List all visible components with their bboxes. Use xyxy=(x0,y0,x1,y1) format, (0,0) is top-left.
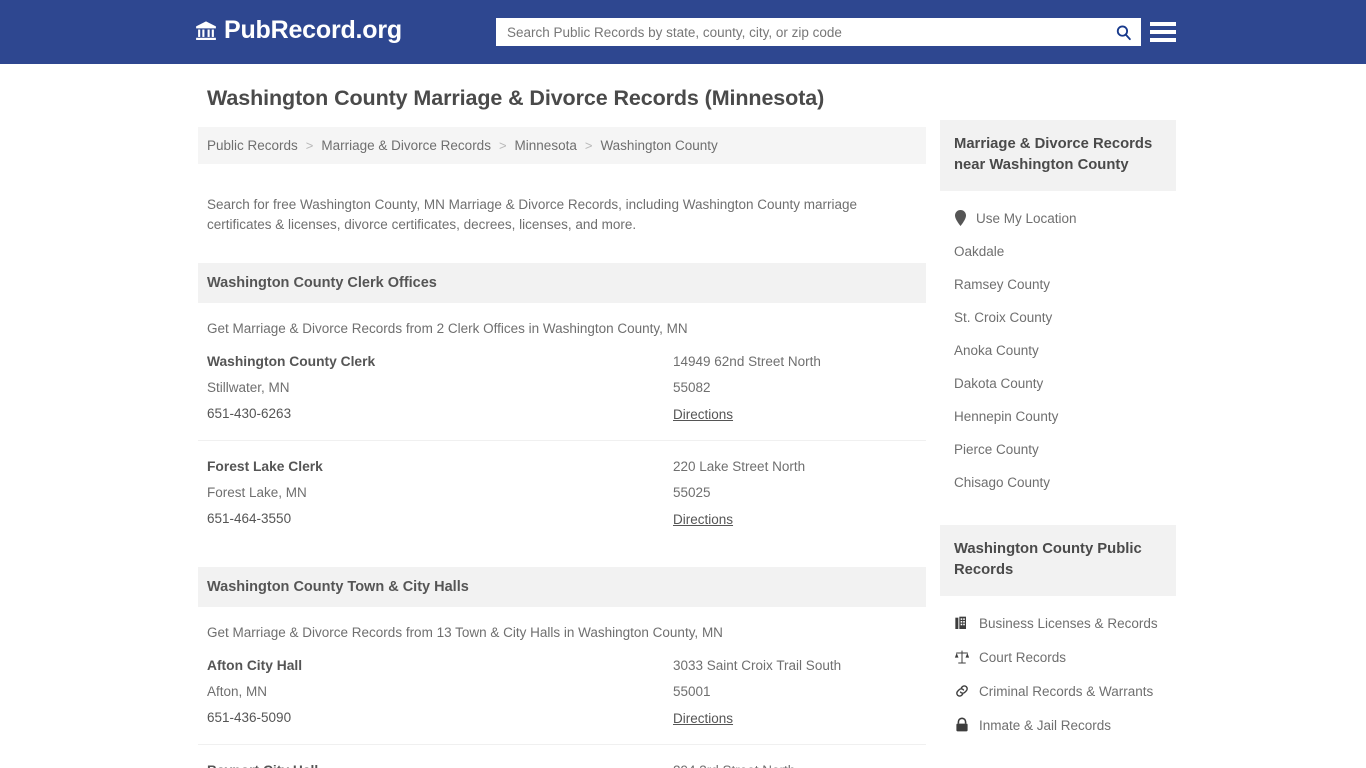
page-body: Washington County Marriage & Divorce Rec… xyxy=(0,64,1366,768)
listing-zip: 55001 xyxy=(673,684,711,699)
sidebar-item-dakota-county[interactable]: Dakota County xyxy=(940,367,1176,400)
sidebar-item-hennepin-county[interactable]: Hennepin County xyxy=(940,400,1176,433)
chain-link-icon xyxy=(954,683,970,699)
listing-right-column: 220 Lake Street North 55025 Directions xyxy=(673,459,917,529)
listing-right-column: 3033 Saint Croix Trail South 55001 Direc… xyxy=(673,658,917,728)
page-intro-text: Search for free Washington County, MN Ma… xyxy=(207,196,858,232)
listing-address: 294 3rd Street North xyxy=(673,763,917,768)
sidebar-item-label: Court Records xyxy=(979,649,1067,665)
listing-phone[interactable]: 651-430-6263 xyxy=(207,406,673,421)
breadcrumb-separator: > xyxy=(498,138,507,153)
sidebar-item-use-my-location[interactable]: Use My Location xyxy=(940,201,1176,235)
section-town-city-halls: Washington County Town & City Halls Get … xyxy=(198,567,926,768)
sidebar-item-pierce-county[interactable]: Pierce County xyxy=(940,433,1176,466)
listing-right-column: 294 3rd Street North 55003 Directions xyxy=(673,763,917,768)
sidebar-item-label: Oakdale xyxy=(954,244,1005,259)
main-column: Washington County Marriage & Divorce Rec… xyxy=(198,86,926,768)
sidebar-item-inmate-jail-records[interactable]: Inmate & Jail Records xyxy=(940,708,1176,742)
breadcrumb-item-marriage-divorce-records[interactable]: Marriage & Divorce Records xyxy=(321,138,491,153)
section-clerk-offices: Washington County Clerk Offices Get Marr… xyxy=(198,263,926,545)
listing-city-state: Forest Lake, MN xyxy=(207,485,307,500)
section-subtext: Get Marriage & Divorce Records from 13 T… xyxy=(207,625,723,640)
listing-phone[interactable]: 651-436-5090 xyxy=(207,710,673,725)
listing-phone[interactable]: 651-464-3550 xyxy=(207,511,673,526)
content-container: Washington County Marriage & Divorce Rec… xyxy=(198,64,1176,768)
listing-left-column: Forest Lake Clerk Forest Lake, MN 651-46… xyxy=(207,459,673,529)
search-bar xyxy=(496,18,1141,46)
sidebar-nearby-block: Marriage & Divorce Records near Washingt… xyxy=(940,120,1176,499)
sidebar-public-records-list: Business Licenses & Records Court Record… xyxy=(940,596,1176,742)
listing-name: Afton City Hall xyxy=(207,658,303,673)
business-building-icon xyxy=(954,615,970,631)
site-logo[interactable]: PubRecord.org xyxy=(195,18,402,43)
listing-row: Washington County Clerk Stillwater, MN 6… xyxy=(198,336,926,441)
listing-left-column: Washington County Clerk Stillwater, MN 6… xyxy=(207,354,673,424)
sidebar-item-criminal-records[interactable]: Criminal Records & Warrants xyxy=(940,674,1176,708)
sidebar-item-label: Criminal Records & Warrants xyxy=(979,683,1154,699)
breadcrumb: Public Records > Marriage & Divorce Reco… xyxy=(198,127,926,164)
sidebar-public-records-heading: Washington County Public Records xyxy=(940,525,1176,596)
directions-link[interactable]: Directions xyxy=(673,407,733,422)
directions-link[interactable]: Directions xyxy=(673,512,733,527)
listing-name: Washington County Clerk xyxy=(207,354,376,369)
sidebar-item-court-records[interactable]: Court Records xyxy=(940,640,1176,674)
section-heading: Washington County Town & City Halls xyxy=(198,567,926,607)
sidebar-item-ramsey-county[interactable]: Ramsey County xyxy=(940,268,1176,301)
sidebar-item-label: Anoka County xyxy=(954,343,1039,358)
listing-left-column: Bayport City Hall Bayport, MN 651-275-44… xyxy=(207,763,673,768)
listing-zip: 55025 xyxy=(673,485,711,500)
padlock-icon xyxy=(954,717,970,733)
listing-address: 3033 Saint Croix Trail South xyxy=(673,658,842,673)
sidebar-item-chisago-county[interactable]: Chisago County xyxy=(940,466,1176,499)
search-icon xyxy=(1115,24,1132,41)
listing-row: Forest Lake Clerk Forest Lake, MN 651-46… xyxy=(198,441,926,545)
listing-name: Bayport City Hall xyxy=(207,763,673,768)
sidebar-public-records-block: Washington County Public Records Busines… xyxy=(940,525,1176,742)
bank-building-icon xyxy=(195,20,217,42)
sidebar-nearby-list: Use My Location Oakdale Ramsey County St… xyxy=(940,191,1176,499)
breadcrumb-separator: > xyxy=(584,138,593,153)
listing-row: Bayport City Hall Bayport, MN 651-275-44… xyxy=(198,745,926,768)
breadcrumb-item-washington-county: Washington County xyxy=(600,138,718,153)
hamburger-menu-icon[interactable] xyxy=(1150,19,1176,45)
site-header: PubRecord.org xyxy=(0,0,1366,64)
section-heading: Washington County Clerk Offices xyxy=(198,263,926,303)
breadcrumb-item-minnesota[interactable]: Minnesota xyxy=(515,138,577,153)
listing-right-column: 14949 62nd Street North 55082 Directions xyxy=(673,354,917,424)
sidebar-item-label: Business Licenses & Records xyxy=(979,615,1158,631)
listing-address: 14949 62nd Street North xyxy=(673,354,821,369)
logo-text: PubRecord.org xyxy=(224,16,402,44)
listing-city-state: Afton, MN xyxy=(207,684,268,699)
listing-left-column: Afton City Hall Afton, MN 651-436-5090 xyxy=(207,658,673,728)
sidebar-item-label: Dakota County xyxy=(954,376,1044,391)
sidebar-item-label: Hennepin County xyxy=(954,409,1059,424)
sidebar: Marriage & Divorce Records near Washingt… xyxy=(940,86,1176,742)
sidebar-item-label: Pierce County xyxy=(954,442,1039,457)
sidebar-item-label: Chisago County xyxy=(954,475,1051,490)
search-button[interactable] xyxy=(1106,19,1140,45)
map-pin-icon xyxy=(954,210,967,226)
sidebar-item-oakdale[interactable]: Oakdale xyxy=(940,235,1176,268)
listing-name: Forest Lake Clerk xyxy=(207,459,323,474)
sidebar-item-business-licenses[interactable]: Business Licenses & Records xyxy=(940,606,1176,640)
listing-zip: 55082 xyxy=(673,380,711,395)
listing-address: 220 Lake Street North xyxy=(673,459,806,474)
listing-row: Afton City Hall Afton, MN 651-436-5090 3… xyxy=(198,640,926,745)
sidebar-item-anoka-county[interactable]: Anoka County xyxy=(940,334,1176,367)
page-title: Washington County Marriage & Divorce Rec… xyxy=(207,86,825,110)
search-input[interactable] xyxy=(497,19,1106,45)
sidebar-item-st-croix-county[interactable]: St. Croix County xyxy=(940,301,1176,334)
sidebar-item-label: Use My Location xyxy=(976,210,1077,226)
section-subtext: Get Marriage & Divorce Records from 2 Cl… xyxy=(207,321,688,336)
sidebar-item-label: St. Croix County xyxy=(954,310,1053,325)
listing-city-state: Stillwater, MN xyxy=(207,380,290,395)
scales-of-justice-icon xyxy=(954,649,970,665)
sidebar-item-label: Ramsey County xyxy=(954,277,1051,292)
directions-link[interactable]: Directions xyxy=(673,711,733,726)
sidebar-nearby-heading: Marriage & Divorce Records near Washingt… xyxy=(940,120,1176,191)
breadcrumb-separator: > xyxy=(305,138,314,153)
breadcrumb-item-public-records[interactable]: Public Records xyxy=(207,138,298,153)
sidebar-item-label: Inmate & Jail Records xyxy=(979,717,1112,733)
